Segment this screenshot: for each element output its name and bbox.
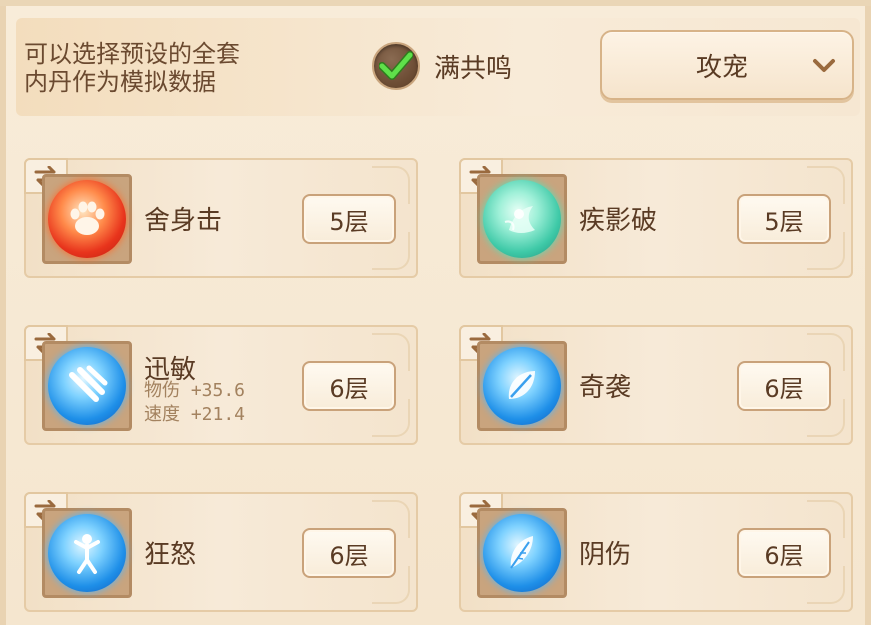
leaf-icon bbox=[483, 347, 561, 425]
skill-stats: 物伤 +35.6 速度 +21.4 bbox=[144, 379, 245, 427]
preset-dropdown[interactable]: 攻宠 bbox=[600, 30, 854, 100]
skill-card-3[interactable]: 迅敏 物伤 +35.6 速度 +21.4 6层 bbox=[24, 325, 418, 445]
skill-name: 疾影破 bbox=[579, 206, 658, 236]
paw-icon bbox=[48, 180, 126, 258]
stat-line: 速度 +21.4 bbox=[144, 404, 246, 425]
skill-card-6[interactable]: 阴伤 6层 bbox=[459, 492, 853, 612]
level-button[interactable]: 6层 bbox=[302, 528, 396, 578]
full-resonance-toggle[interactable]: 满共鸣 bbox=[372, 41, 572, 91]
skill-icon-frame bbox=[477, 174, 567, 264]
skill-name: 阴伤 bbox=[579, 540, 632, 570]
level-button[interactable]: 5层 bbox=[302, 194, 396, 244]
description-line-1: 可以选择预设的全套 bbox=[24, 40, 240, 68]
figure-icon bbox=[48, 514, 126, 592]
description-line-2: 内丹作为模拟数据 bbox=[24, 68, 216, 96]
preset-dropdown-value: 攻宠 bbox=[695, 52, 748, 83]
preset-description: 可以选择预设的全套 内丹作为模拟数据 bbox=[24, 40, 324, 96]
skill-name: 舍身击 bbox=[144, 206, 223, 236]
resonance-checkbox[interactable] bbox=[372, 42, 420, 90]
spirit-icon bbox=[483, 180, 561, 258]
resonance-label: 满共鸣 bbox=[434, 53, 513, 84]
skill-card-5[interactable]: 狂怒 6层 bbox=[24, 492, 418, 612]
skill-icon-frame bbox=[42, 174, 132, 264]
level-button[interactable]: 6层 bbox=[737, 528, 831, 578]
skill-icon-frame bbox=[42, 341, 132, 431]
skill-name: 狂怒 bbox=[144, 540, 197, 570]
skill-card-2[interactable]: 疾影破 5层 bbox=[459, 158, 853, 278]
level-button[interactable]: 6层 bbox=[737, 361, 831, 411]
top-border bbox=[0, 0, 871, 6]
skill-card-4[interactable]: 奇袭 6层 bbox=[459, 325, 853, 445]
level-button[interactable]: 5层 bbox=[737, 194, 831, 244]
skill-icon-frame bbox=[42, 508, 132, 598]
stat-line: 物伤 +35.6 bbox=[144, 380, 246, 401]
skill-icon-frame bbox=[477, 341, 567, 431]
feather-icon bbox=[483, 514, 561, 592]
skill-card-1[interactable]: 舍身击 5层 bbox=[24, 158, 418, 278]
level-button[interactable]: 6层 bbox=[302, 361, 396, 411]
skill-icon-frame bbox=[477, 508, 567, 598]
checkmark-icon bbox=[379, 51, 413, 80]
skill-name: 奇袭 bbox=[579, 373, 632, 403]
claw-icon bbox=[48, 347, 126, 425]
chevron-down-icon bbox=[813, 59, 835, 72]
